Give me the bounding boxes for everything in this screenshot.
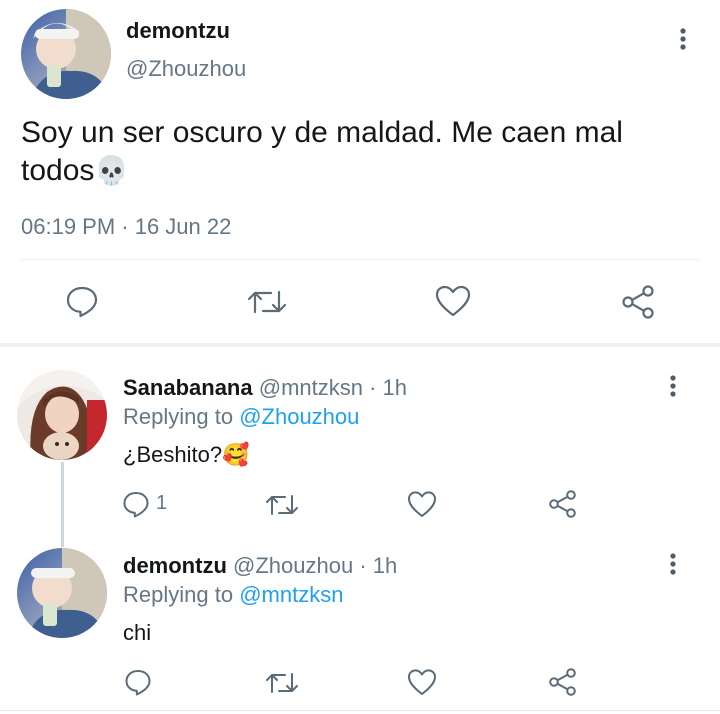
reply-avatar[interactable] <box>17 370 107 460</box>
reply-time: · 1h <box>359 553 398 578</box>
author-name[interactable]: demontzu <box>126 18 230 44</box>
skull-emoji: 💀 <box>94 154 130 187</box>
reply-icon[interactable] <box>65 284 99 318</box>
reply-count: 1 <box>156 492 168 514</box>
reply-text: chi <box>123 620 152 645</box>
section-divider <box>0 343 720 347</box>
thread-line <box>61 462 64 547</box>
like-icon[interactable] <box>407 668 437 696</box>
like-icon[interactable] <box>407 490 437 518</box>
reply-author-name[interactable]: demontzu <box>123 553 227 578</box>
reply-icon[interactable] <box>122 490 150 518</box>
reply-avatar[interactable] <box>17 548 107 638</box>
author-avatar[interactable] <box>21 9 111 99</box>
replying-to-label: Replying to <box>123 404 234 429</box>
divider <box>21 259 699 260</box>
smiling-hearts-emoji: 🥰 <box>222 443 250 468</box>
retweet-icon[interactable] <box>265 669 299 697</box>
reply-header: Sanabanana @mntzksn · 1h <box>123 375 407 401</box>
reply-author-handle[interactable]: @Zhouzhou <box>233 553 353 578</box>
divider <box>0 710 720 711</box>
like-icon[interactable] <box>435 285 471 317</box>
tweet-text-line-1: Soy un ser oscuro y de maldad. Me caen m… <box>21 116 623 149</box>
reply-time: · 1h <box>369 375 408 400</box>
reply-author-name[interactable]: Sanabanana <box>123 375 253 400</box>
share-icon[interactable] <box>621 284 657 320</box>
author-handle[interactable]: @Zhouzhou <box>126 56 246 82</box>
more-options-icon[interactable] <box>661 371 685 401</box>
more-options-icon[interactable] <box>661 549 685 579</box>
tweet-text: Soy un ser oscuro y de maldad. Me caen m… <box>21 114 701 190</box>
replying-to-handle[interactable]: @Zhouzhou <box>239 404 359 429</box>
reply-icon[interactable] <box>124 668 152 696</box>
retweet-icon[interactable] <box>265 491 299 519</box>
share-icon[interactable] <box>548 667 578 697</box>
replying-to: Replying to @mntzksn <box>123 582 343 608</box>
more-options-icon[interactable] <box>671 24 695 54</box>
retweet-icon[interactable] <box>247 286 287 318</box>
share-icon[interactable] <box>548 489 578 519</box>
replying-to: Replying to @Zhouzhou <box>123 404 359 430</box>
tweet-text-line-2-text: todos <box>21 154 95 187</box>
reply-header: demontzu @Zhouzhou · 1h <box>123 553 397 579</box>
replying-to-handle[interactable]: @mntzksn <box>239 582 343 607</box>
replying-to-label: Replying to <box>123 582 234 607</box>
reply-author-handle[interactable]: @mntzksn <box>259 375 363 400</box>
tweet-text-line-2: todos💀 <box>21 152 701 190</box>
reply-text-content: ¿Beshito? <box>123 442 223 467</box>
tweet-timestamp: 06:19 PM · 16 Jun 22 <box>21 214 232 239</box>
reply-text: ¿Beshito?🥰 <box>123 442 249 468</box>
